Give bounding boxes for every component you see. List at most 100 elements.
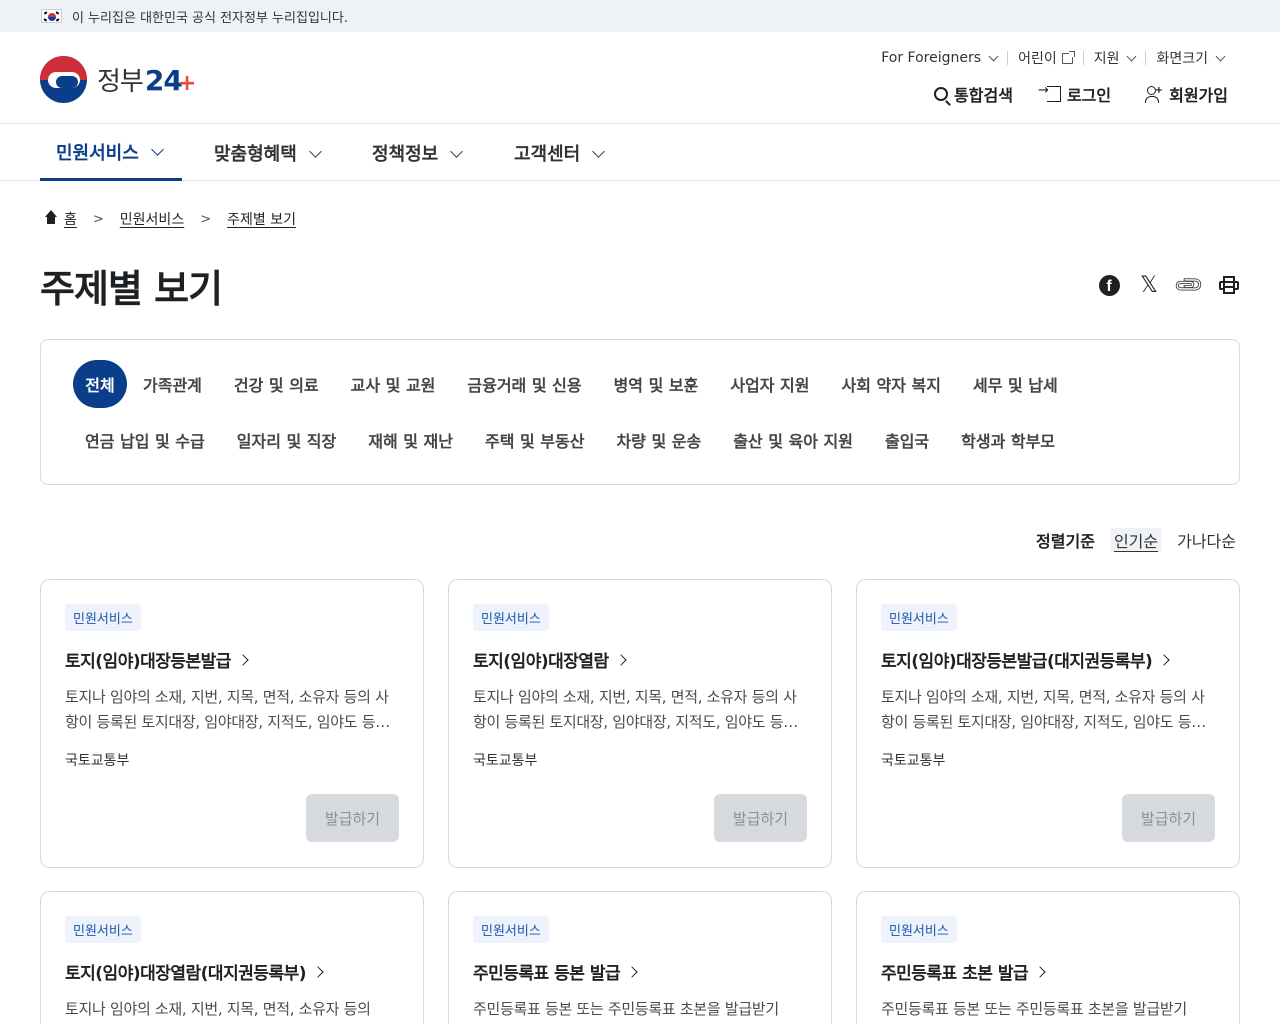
- service-title-link[interactable]: 토지(임야)대장열람: [473, 647, 627, 672]
- chevron-right-icon: [237, 653, 249, 666]
- integrated-search-button[interactable]: 통합검색: [934, 82, 1013, 106]
- main-nav: 민원서비스 맞춤형혜택 정책정보 고객센터: [0, 125, 1280, 181]
- service-description: 토지나 임야의 소재, 지번, 지목, 면적, 소유자 등의: [65, 1000, 371, 1018]
- service-title: 주민등록표 등본 발급: [473, 964, 621, 984]
- service-title: 주민등록표 초본 발급: [881, 964, 1029, 984]
- category-badge: 민원서비스: [473, 916, 549, 943]
- service-title-link[interactable]: 토지(임야)대장등본발급: [65, 647, 249, 672]
- service-title-link[interactable]: 주민등록표 초본 발급: [881, 959, 1046, 984]
- category-chip[interactable]: 가족관계: [127, 360, 218, 408]
- category-chip[interactable]: 주택 및 부동산: [469, 416, 600, 464]
- sort-label: 정렬기준: [1036, 532, 1095, 551]
- home-icon: [44, 210, 58, 225]
- nav-civil-service[interactable]: 민원서비스: [40, 125, 182, 181]
- external-link-icon: [1061, 50, 1075, 64]
- category-chip[interactable]: 세무 및 납세: [957, 360, 1074, 408]
- breadcrumb-current[interactable]: 주제별 보기: [227, 209, 296, 229]
- x-share-button[interactable]: 𝕏: [1138, 272, 1160, 298]
- page-title: 주제별 보기: [40, 267, 223, 311]
- for-foreigners-menu[interactable]: For Foreigners: [871, 50, 1007, 66]
- category-chip[interactable]: 사업자 지원: [714, 360, 825, 408]
- chevron-down-icon: [988, 51, 999, 61]
- category-chip[interactable]: 금융거래 및 신용: [451, 360, 597, 408]
- chevron-right-icon: [626, 965, 638, 978]
- login-button[interactable]: 로그인: [1038, 82, 1111, 106]
- category-chip[interactable]: 사회 약자 복지: [826, 360, 957, 408]
- category-chip[interactable]: 출산 및 육아 지원: [717, 416, 869, 464]
- chevron-down-icon: [592, 144, 606, 158]
- login-icon: [1038, 83, 1061, 102]
- category-chip[interactable]: 일자리 및 직장: [221, 416, 352, 464]
- category-chip[interactable]: 교사 및 교원: [335, 360, 452, 408]
- signup-button[interactable]: + 회원가입: [1145, 82, 1228, 106]
- chevron-right-icon: [1034, 965, 1046, 978]
- category-chip[interactable]: 연금 납입 및 수급: [69, 416, 221, 464]
- taegeuk-logo-icon: [40, 56, 87, 103]
- service-card[interactable]: 민원서비스 주민등록표 등본 발급 주민등록표 등본 또는 주민등록표 초본을 발급…: [448, 891, 832, 1024]
- issue-button[interactable]: 발급하기: [714, 794, 807, 842]
- nav-policy-info[interactable]: 정책정보: [372, 125, 464, 181]
- chevron-down-icon: [1215, 51, 1226, 61]
- facebook-share-button[interactable]: f: [1098, 273, 1120, 297]
- screen-size-menu[interactable]: 화면크기: [1146, 48, 1234, 68]
- chevron-down-icon: [1127, 51, 1137, 61]
- site-logo[interactable]: 정부 24 +: [40, 56, 196, 103]
- x-icon: 𝕏: [1140, 272, 1158, 298]
- user-add-icon: +: [1145, 85, 1163, 103]
- chevron-right-icon: >: [200, 211, 212, 227]
- service-card[interactable]: 민원서비스주민등록표 초본 발급주민등록표 등본 또는 주민등록표 초본을 발급…: [856, 891, 1240, 1024]
- category-chip[interactable]: 출입국: [869, 416, 945, 464]
- chevron-down-icon: [450, 144, 464, 158]
- category-chip[interactable]: 학생과 학부모: [945, 416, 1071, 464]
- service-description: 토지나 임야의 소재, 지번, 지목, 면적, 소유자 등의 사항이 등록된 토…: [65, 688, 389, 731]
- nav-customer-center[interactable]: 고객센터: [514, 125, 606, 181]
- breadcrumb-civil-service[interactable]: 민원서비스: [120, 209, 184, 229]
- category-filter: 전체 가족관계 건강 및 의료 교사 및 교원 금융거래 및 신용 병역 및 보훈 사업자 …: [40, 339, 1240, 485]
- service-title-link[interactable]: 토지(임야)대장열람(대지권등록부): [65, 959, 324, 984]
- kids-link[interactable]: 어린이: [1008, 48, 1083, 68]
- category-chip[interactable]: 재해 및 재난: [352, 416, 469, 464]
- category-row: 전체 가족관계 건강 및 의료 교사 및 교원 금융거래 및 신용 병역 및 보훈 사업자 …: [73, 360, 1074, 408]
- auth-menu: 통합검색 로그인 + 회원가입: [934, 82, 1228, 106]
- sort-alphabetical[interactable]: 가나다순: [1177, 528, 1236, 552]
- chevron-down-icon: [308, 144, 322, 158]
- category-chip[interactable]: 차량 및 운송: [600, 416, 717, 464]
- breadcrumb: 홈 > 민원서비스 > 주제별 보기: [44, 209, 296, 229]
- sort-popular[interactable]: 인기순: [1110, 528, 1162, 552]
- logo-text: 정부 24 +: [97, 64, 196, 97]
- service-card[interactable]: 민원서비스토지(임야)대장등본발급토지나 임야의 소재, 지번, 지목, 면적,…: [40, 579, 424, 868]
- service-title-link[interactable]: 토지(임야)대장등본발급(대지권등록부): [881, 647, 1170, 672]
- share-tools: f 𝕏 📎︎: [1098, 268, 1240, 303]
- issue-button[interactable]: 발급하기: [1122, 794, 1215, 842]
- agency-name: 국토교통부: [881, 753, 946, 769]
- issue-button[interactable]: 발급하기: [306, 794, 399, 842]
- category-badge: 민원서비스: [65, 916, 141, 943]
- category-chip[interactable]: 병역 및 보훈: [598, 360, 715, 408]
- support-menu[interactable]: 지원: [1084, 48, 1146, 68]
- service-card[interactable]: 민원서비스 토지(임야)대장열람 토지나 임야의 소재, 지번, 지목, 면적, 소…: [448, 579, 832, 868]
- copy-link-button[interactable]: 📎︎: [1172, 268, 1207, 303]
- service-title-link[interactable]: 주민등록표 등본 발급: [473, 959, 638, 984]
- category-all[interactable]: 전체: [73, 360, 127, 408]
- category-chip[interactable]: 건강 및 의료: [218, 360, 335, 408]
- service-card[interactable]: 민원서비스토지(임야)대장열람(대지권등록부) 토지나 임야의 소재, 지번, 지…: [40, 891, 424, 1024]
- nav-custom-benefits[interactable]: 맞춤형혜택: [214, 125, 322, 181]
- print-icon: [1219, 276, 1239, 294]
- breadcrumb-home[interactable]: 홈: [64, 209, 77, 229]
- gov-banner: 이 누리집은 대한민국 공식 전자정부 누리집입니다.: [0, 0, 1280, 32]
- service-description: 토지나 임야의 소재, 지번, 지목, 면적, 소유자 등의 사항이 등록된 토…: [881, 688, 1205, 731]
- category-badge: 민원서비스: [881, 916, 957, 943]
- utility-menu: For Foreigners 어린이 지원 화면크기: [871, 48, 1234, 68]
- paperclip-icon: 📎︎: [1171, 267, 1207, 303]
- service-description: 주민등록표 등본 또는 주민등록표 초본을 발급받기: [881, 1000, 1187, 1018]
- category-badge: 민원서비스: [65, 604, 141, 631]
- print-button[interactable]: [1218, 273, 1240, 297]
- service-title: 토지(임야)대장등본발급(대지권등록부): [881, 652, 1153, 672]
- service-card[interactable]: 민원서비스 토지(임야)대장등본발급(대지권등록부) 토지나 임야의 소재, 지번,…: [856, 579, 1240, 868]
- service-title: 토지(임야)대장등본발급: [65, 652, 231, 672]
- chevron-right-icon: [615, 653, 627, 666]
- sort-options: 정렬기준 인기순 가나다순: [1036, 528, 1236, 552]
- search-icon: [934, 87, 949, 101]
- korea-flag-icon: [41, 9, 62, 23]
- service-title: 토지(임야)대장열람(대지권등록부): [65, 964, 307, 984]
